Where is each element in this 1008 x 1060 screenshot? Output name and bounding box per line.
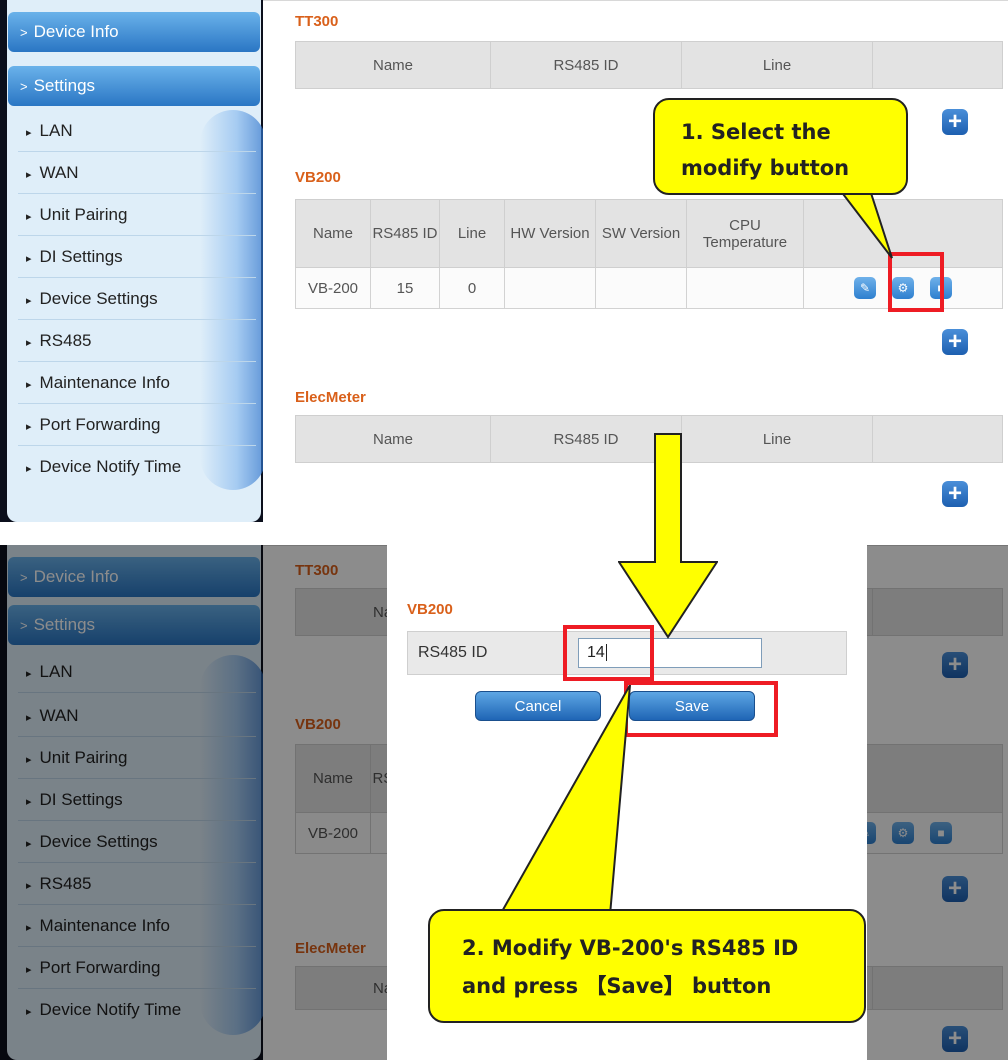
section-title-vb200: VB200: [295, 169, 341, 186]
column-header-sw-version: SW Version: [595, 199, 687, 268]
chevron-right-icon: >: [20, 25, 28, 40]
column-header-actions: [872, 41, 1003, 89]
plus-icon: +: [947, 108, 962, 135]
table-row: VB-200 15 0 ✎ ⚙ ■: [295, 267, 1003, 309]
callout-step2: 2. Modify VB-200's RS485 ID and press 【S…: [428, 909, 866, 1023]
sidebar-item-device-settings[interactable]: ▸ Device Settings: [18, 278, 256, 320]
rs485-id-input[interactable]: 14: [578, 638, 762, 668]
rs485-id-label: RS485 ID: [418, 644, 488, 661]
chevron-right-icon: ▸: [26, 169, 32, 181]
column-header-cpu-temperature: CPU Temperature: [686, 199, 804, 268]
column-header-line: Line: [681, 41, 873, 89]
sidebar-item-wan[interactable]: ▸ WAN: [18, 152, 256, 194]
column-header-rs485-id: RS485 ID: [490, 41, 682, 89]
column-header-actions: [872, 415, 1003, 463]
chevron-right-icon: ▸: [26, 211, 32, 223]
trash-icon: ■: [937, 281, 945, 295]
sidebar-item-device-notify-time[interactable]: ▸ Device Notify Time: [18, 446, 256, 488]
chevron-right-icon: ▸: [26, 295, 32, 307]
column-header-hw-version: HW Version: [504, 199, 596, 268]
sidebar-item-unit-pairing[interactable]: ▸ Unit Pairing: [18, 194, 256, 236]
sidebar-item-port-forwarding[interactable]: ▸ Port Forwarding: [18, 404, 256, 446]
callout-pointer: [840, 190, 893, 259]
column-header-name: Name: [295, 41, 491, 89]
chevron-right-icon: ▸: [26, 253, 32, 265]
cell-rs485-id: 15: [370, 267, 440, 309]
pencil-icon: ✎: [859, 281, 871, 295]
add-tt300-button[interactable]: +: [942, 109, 968, 135]
dialog-title: VB200: [407, 601, 453, 618]
save-button[interactable]: Save: [629, 691, 755, 721]
chevron-right-icon: ▸: [26, 337, 32, 349]
chevron-right-icon: >: [20, 79, 28, 94]
column-header-line: Line: [439, 199, 505, 268]
sidebar-item-maintenance-info[interactable]: ▸ Maintenance Info: [18, 362, 256, 404]
plus-icon: +: [947, 328, 962, 355]
chevron-right-icon: ▸: [26, 127, 32, 139]
chevron-right-icon: ▸: [26, 379, 32, 391]
add-elecmeter-button[interactable]: +: [942, 481, 968, 507]
sidebar-item-rs485[interactable]: ▸ RS485: [18, 320, 256, 362]
bottom-screenshot: > Device Info > Settings ▸ LAN ▸ WAN ▸ Unit P…: [0, 545, 1008, 1060]
down-arrow: [618, 433, 718, 639]
chevron-right-icon: ▸: [26, 421, 32, 433]
cell-name: VB-200: [295, 267, 371, 309]
top-screenshot: > Device Info > Settings ▸ LAN ▸ WAN ▸ Unit P…: [0, 0, 1008, 522]
callout-pointer: [498, 685, 631, 916]
cell-line: 0: [439, 267, 505, 309]
modify-button[interactable]: ⚙: [892, 277, 914, 299]
gear-icon: ⚙: [897, 281, 909, 295]
sidebar: > Device Info > Settings ▸ LAN ▸ WAN ▸ Unit P…: [0, 0, 266, 522]
menu-settings[interactable]: > Settings: [8, 66, 260, 106]
tt300-table: Name RS485 ID Line: [295, 41, 1003, 89]
plus-icon: +: [947, 480, 962, 507]
add-vb200-button[interactable]: +: [942, 329, 968, 355]
sidebar-item-lan[interactable]: ▸ LAN: [18, 110, 256, 152]
edit-button[interactable]: ✎: [854, 277, 876, 299]
sidebar-item-di-settings[interactable]: ▸ DI Settings: [18, 236, 256, 278]
menu-device-info[interactable]: > Device Info: [8, 12, 260, 52]
column-header-rs485-id: RS485 ID: [370, 199, 440, 268]
delete-button[interactable]: ■: [930, 277, 952, 299]
column-header-name: Name: [295, 199, 371, 268]
section-title-tt300: TT300: [295, 13, 339, 30]
callout-step1: 1. Select the modify button: [653, 98, 908, 195]
column-header-name: Name: [295, 415, 491, 463]
chevron-right-icon: ▸: [26, 463, 32, 475]
column-header-actions: [803, 199, 1003, 268]
section-title-elecmeter: ElecMeter: [295, 389, 366, 406]
